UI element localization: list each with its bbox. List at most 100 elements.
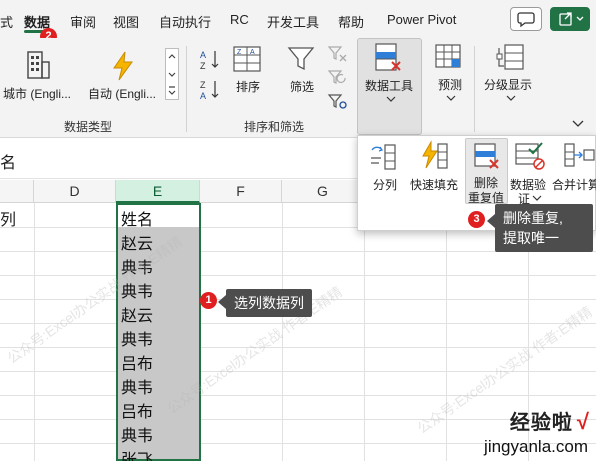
outline-button[interactable]: [495, 42, 527, 77]
city-datatype-button[interactable]: [20, 48, 54, 85]
lightning-icon: [113, 51, 133, 81]
advanced-filter-button[interactable]: [327, 92, 349, 115]
forecast-button[interactable]: [432, 42, 468, 77]
city-building-icon: [27, 51, 50, 79]
chevron-down-icon: [386, 96, 396, 102]
column-header-f[interactable]: F: [200, 180, 282, 203]
callout-line-1: 删除重复,: [503, 210, 563, 226]
funnel-icon: [287, 47, 315, 71]
gallery-arrows-icon: [168, 54, 176, 95]
svg-text:A: A: [200, 91, 206, 101]
name-box-fragment: 名: [0, 155, 17, 172]
text-to-columns-button[interactable]: [368, 142, 400, 177]
column-header-c[interactable]: [0, 180, 34, 203]
checkmark-icon: √: [576, 409, 590, 434]
callout-line-2: 提取唯一: [503, 230, 559, 246]
auto-datatype-label: 自动 (Engli...: [88, 87, 157, 101]
step-badge-1: 1: [200, 292, 217, 309]
column-gridline: [364, 203, 365, 461]
menu-automate[interactable]: 自动执行: [159, 12, 211, 31]
menu-help[interactable]: 帮助: [338, 12, 364, 31]
reapply-filter-icon: [327, 70, 346, 84]
consolidate-icon: [564, 143, 595, 167]
advanced-filter-icon: [327, 94, 347, 109]
group-divider: [474, 46, 475, 132]
share-button[interactable]: [550, 7, 590, 31]
menu-review[interactable]: 审阅: [70, 12, 96, 31]
sort-dialog-icon: Z A: [233, 46, 261, 72]
datatype-gallery-scroll[interactable]: [165, 48, 179, 100]
forecast-label: 预测: [438, 78, 463, 92]
callout-arrow: [218, 295, 226, 309]
group-divider: [186, 46, 187, 132]
column-header-d[interactable]: D: [34, 180, 116, 203]
menu-developer[interactable]: 开发工具: [267, 12, 319, 31]
column-header-e[interactable]: E: [116, 180, 200, 203]
menu-formulas-partial[interactable]: 式: [0, 12, 13, 31]
callout-arrow: [487, 214, 495, 228]
svg-text:A: A: [200, 50, 206, 60]
share-icon: [559, 12, 584, 26]
data-validation-button[interactable]: [513, 140, 547, 175]
sort-az-icon: A Z: [200, 50, 219, 71]
sort-az-button[interactable]: A Z: [198, 48, 224, 75]
comment-icon: [517, 12, 535, 28]
brand-logo: 经验啦 √: [510, 406, 590, 435]
sort-za-button[interactable]: Z A: [198, 78, 224, 105]
callout-remove-duplicates: 删除重复, 提取唯一: [495, 204, 593, 252]
cell-e10[interactable]: 典韦: [121, 422, 153, 446]
text-to-columns-icon: [371, 144, 396, 170]
svg-text:A: A: [250, 49, 255, 56]
cell-e1[interactable]: 姓名: [121, 206, 153, 230]
column-header-g[interactable]: G: [282, 180, 364, 203]
auto-datatype-button[interactable]: [108, 50, 138, 85]
city-datatype-label: 城市 (Engli...: [3, 87, 72, 101]
svg-text:Z: Z: [237, 49, 242, 56]
cell-e9[interactable]: 吕布: [121, 398, 153, 422]
forecast-icon: [435, 44, 461, 68]
sort-button[interactable]: Z A: [232, 44, 262, 77]
menu-power-pivot[interactable]: Power Pivot: [387, 12, 456, 27]
sort-label: 排序: [236, 80, 261, 94]
reapply-filter-button: [327, 68, 349, 91]
filter-button[interactable]: [286, 44, 316, 77]
comments-button[interactable]: [510, 7, 542, 31]
outline-icon: [496, 44, 524, 70]
cell-e6[interactable]: 典韦: [121, 326, 153, 350]
cell-e11[interactable]: 张飞: [121, 446, 153, 461]
svg-text:Z: Z: [200, 80, 206, 90]
clear-filter-icon: [327, 46, 347, 62]
cell-e7[interactable]: 吕布: [121, 350, 153, 374]
data-tools-button[interactable]: 数据工具: [357, 38, 422, 135]
remove-duplicates-button[interactable]: 删除 重复值: [465, 138, 508, 205]
menu-bar: 式 数据 审阅 视图 自动执行 RC 开发工具 帮助 Power Pivot: [0, 0, 596, 38]
row-gridline: [0, 395, 596, 396]
cell-e8[interactable]: 典韦: [121, 374, 153, 398]
brand-name: 经验啦: [509, 412, 573, 434]
callout-select-column: 选列数据列: [226, 289, 312, 317]
consolidate-button[interactable]: [562, 140, 596, 175]
flash-fill-label: 快速填充: [410, 178, 459, 192]
row-gridline: [0, 419, 596, 420]
consolidate-label: 合并计算: [552, 178, 596, 192]
datatype-group-label: 数据类型: [64, 120, 113, 134]
flash-fill-button[interactable]: [418, 140, 450, 175]
chevron-down-icon: [532, 195, 542, 201]
svg-text:Z: Z: [200, 61, 206, 71]
cell-e5[interactable]: 赵云: [121, 302, 153, 326]
remove-duplicates-icon: [474, 143, 499, 169]
cell-c1-fragment: 列: [0, 212, 17, 229]
row-gridline: [0, 347, 596, 348]
flash-fill-icon: [422, 140, 448, 169]
text-to-columns-label: 分列: [373, 178, 398, 192]
sort-filter-group-label: 排序和筛选: [244, 120, 305, 134]
menu-rc[interactable]: RC: [230, 12, 249, 27]
sort-za-icon: Z A: [200, 80, 219, 101]
chevron-down-icon: [446, 95, 456, 101]
data-tools-label: 数据工具: [365, 79, 414, 93]
menu-view[interactable]: 视图: [113, 12, 139, 31]
collapse-ribbon-icon[interactable]: [571, 118, 585, 128]
chevron-down-icon: [506, 95, 516, 101]
outline-label: 分级显示: [484, 78, 533, 92]
data-validation-icon: [515, 142, 545, 170]
